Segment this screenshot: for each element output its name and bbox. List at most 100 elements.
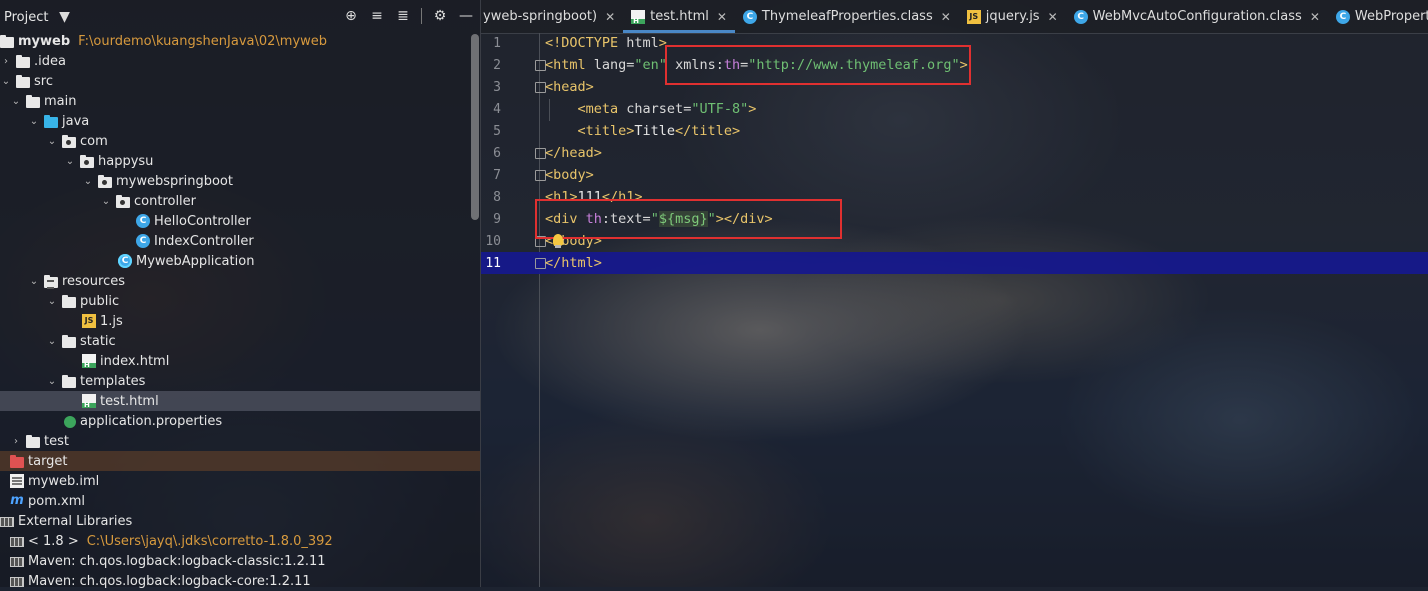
class-icon: C	[136, 234, 150, 248]
tab-jquery-js[interactable]: JS jquery.js ✕	[959, 0, 1066, 33]
chevron-down-icon[interactable]: ⌄	[28, 115, 40, 127]
tree-item-templates[interactable]: ⌄ templates	[0, 371, 480, 391]
folder-icon	[62, 294, 76, 308]
tree-item-label: 1.js	[100, 313, 123, 329]
chevron-down-icon[interactable]: ⌄	[10, 95, 22, 107]
tree-item-label: External Libraries	[18, 513, 133, 529]
code-line[interactable]: 6 </head>	[481, 142, 1428, 164]
close-icon[interactable]: ✕	[605, 10, 615, 24]
tree-item-myweb-iml[interactable]: myweb.iml	[0, 471, 480, 491]
excluded-folder-icon	[10, 454, 24, 468]
lightbulb-icon[interactable]	[553, 234, 563, 248]
chevron-down-icon[interactable]: ▼	[56, 9, 72, 25]
code-line[interactable]: 4 <meta charset="UTF-8">	[481, 98, 1428, 120]
expand-all-icon[interactable]: ≣	[395, 8, 411, 24]
tree-item-happysu[interactable]: ⌄ happysu	[0, 151, 480, 171]
html-file-icon	[82, 354, 96, 369]
chevron-down-icon[interactable]: ⌄	[46, 135, 58, 147]
tree-item-1js[interactable]: JS 1.js	[0, 311, 480, 331]
project-scrollbar[interactable]	[471, 34, 479, 220]
chevron-down-icon[interactable]: ⌄	[100, 195, 112, 207]
tree-item-pom-xml[interactable]: m pom.xml	[0, 491, 480, 511]
tree-item-label: target	[28, 453, 68, 469]
tree-item-jdk[interactable]: < 1.8 > C:\Users\jayq\.jdks\corretto-1.8…	[0, 531, 480, 551]
tree-item-index-html[interactable]: index.html	[0, 351, 480, 371]
iml-file-icon	[10, 474, 24, 488]
package-icon	[98, 174, 112, 188]
tree-item-hellocontroller[interactable]: C HelloController	[0, 211, 480, 231]
collapse-all-icon[interactable]: ≡	[369, 8, 385, 24]
code-token: <head>	[545, 79, 594, 95]
chevron-down-icon[interactable]: ⌄	[82, 175, 94, 187]
tree-item-java[interactable]: ⌄ java	[0, 111, 480, 131]
gear-icon[interactable]: ⚙	[432, 8, 448, 24]
code-token: charset	[618, 101, 684, 117]
tree-item-test-html[interactable]: test.html	[0, 391, 480, 411]
code-text: <!DOCTYPE html>	[545, 35, 667, 51]
project-title[interactable]: Project	[4, 10, 48, 25]
html-file-icon	[631, 9, 646, 25]
tree-item-target[interactable]: target	[0, 451, 480, 471]
tree-item-test[interactable]: › test	[0, 431, 480, 451]
code-token: </html>	[545, 255, 602, 271]
tree-item-logback-classic[interactable]: Maven: ch.qos.logback:logback-classic:1.…	[0, 551, 480, 571]
module-path: F:\ourdemo\kuangshenJava\02\myweb	[78, 33, 328, 49]
chevron-right-icon[interactable]: ›	[10, 435, 22, 447]
module-folder-icon	[0, 34, 14, 48]
target-icon[interactable]: ⊕	[343, 8, 359, 24]
tree-item-src[interactable]: ⌄ src	[0, 71, 480, 91]
tab-webmvcautoconfiguration[interactable]: C WebMvcAutoConfiguration.class ✕	[1066, 0, 1328, 33]
tree-item-logback-core[interactable]: Maven: ch.qos.logback:logback-core:1.2.1…	[0, 571, 480, 591]
chevron-down-icon[interactable]: ⌄	[46, 295, 58, 307]
close-icon[interactable]: ✕	[1048, 10, 1058, 24]
close-icon[interactable]: ✕	[1310, 10, 1320, 24]
tree-item-label: index.html	[100, 353, 170, 369]
code-line[interactable]: 7 <body>	[481, 164, 1428, 186]
code-token: "UTF-8"	[691, 101, 749, 117]
tree-item-mywebapplication[interactable]: C MywebApplication	[0, 251, 480, 271]
properties-file-icon	[64, 415, 76, 428]
chevron-down-icon[interactable]: ⌄	[46, 375, 58, 387]
class-icon: C	[1335, 9, 1350, 24]
code-text: <meta charset="UTF-8">	[545, 101, 757, 117]
tree-item-external-libraries[interactable]: External Libraries	[0, 511, 480, 531]
source-folder-icon	[44, 114, 58, 128]
tab-test-html[interactable]: test.html ✕	[623, 0, 735, 33]
tree-item-indexcontroller[interactable]: C IndexController	[0, 231, 480, 251]
close-icon[interactable]: ✕	[941, 10, 951, 24]
chevron-down-icon[interactable]: ⌄	[0, 75, 12, 87]
tree-item-application-properties[interactable]: application.properties	[0, 411, 480, 431]
javascript-file-icon: JS	[966, 9, 981, 24]
class-icon: C	[1073, 9, 1088, 24]
tree-item-controller[interactable]: ⌄ controller	[0, 191, 480, 211]
tree-item-idea[interactable]: › .idea	[0, 51, 480, 71]
chevron-down-icon[interactable]: ⌄	[28, 275, 40, 287]
chevron-right-icon[interactable]: ›	[0, 55, 12, 67]
tree-item-myweb[interactable]: myweb F:\ourdemo\kuangshenJava\02\myweb	[0, 31, 480, 51]
tree-item-static[interactable]: ⌄ static	[0, 331, 480, 351]
line-number: 11	[485, 255, 501, 271]
annotation-box-th-text	[535, 199, 842, 239]
code-line[interactable]: 11 </html>	[481, 252, 1428, 274]
tree-item-com[interactable]: ⌄ com	[0, 131, 480, 151]
tree-item-main[interactable]: ⌄ main	[0, 91, 480, 111]
minimize-icon[interactable]: —	[458, 8, 474, 24]
sdk-icon	[10, 537, 24, 547]
tab-label: yweb-springboot)	[483, 9, 598, 24]
code-token: <!DOCTYPE	[545, 35, 619, 51]
chevron-down-icon[interactable]: ⌄	[46, 335, 58, 347]
tab-myweb-springboot[interactable]: yweb-springboot) ✕	[481, 0, 623, 33]
tree-item-public[interactable]: ⌄ public	[0, 291, 480, 311]
tree-item-label: IndexController	[154, 233, 254, 249]
jdk-path: C:\Users\jayq\.jdks\corretto-1.8.0_392	[86, 533, 333, 549]
close-icon[interactable]: ✕	[717, 10, 727, 24]
line-number: 3	[493, 79, 501, 95]
tab-webproperties[interactable]: C WebProperties.class ✕	[1328, 0, 1428, 33]
tree-item-mywebspringboot[interactable]: ⌄ mywebspringboot	[0, 171, 480, 191]
tab-thymeleafproperties[interactable]: C ThymeleafProperties.class ✕	[735, 0, 959, 33]
chevron-down-icon[interactable]: ⌄	[64, 155, 76, 167]
code-line[interactable]: 5 <title>Title</title>	[481, 120, 1428, 142]
code-editor[interactable]: 1 <!DOCTYPE html> 2 <html lang="en" xmlns:t…	[481, 33, 1428, 587]
tree-item-resources[interactable]: ⌄ resources	[0, 271, 480, 291]
maven-file-icon: m	[10, 493, 24, 508]
